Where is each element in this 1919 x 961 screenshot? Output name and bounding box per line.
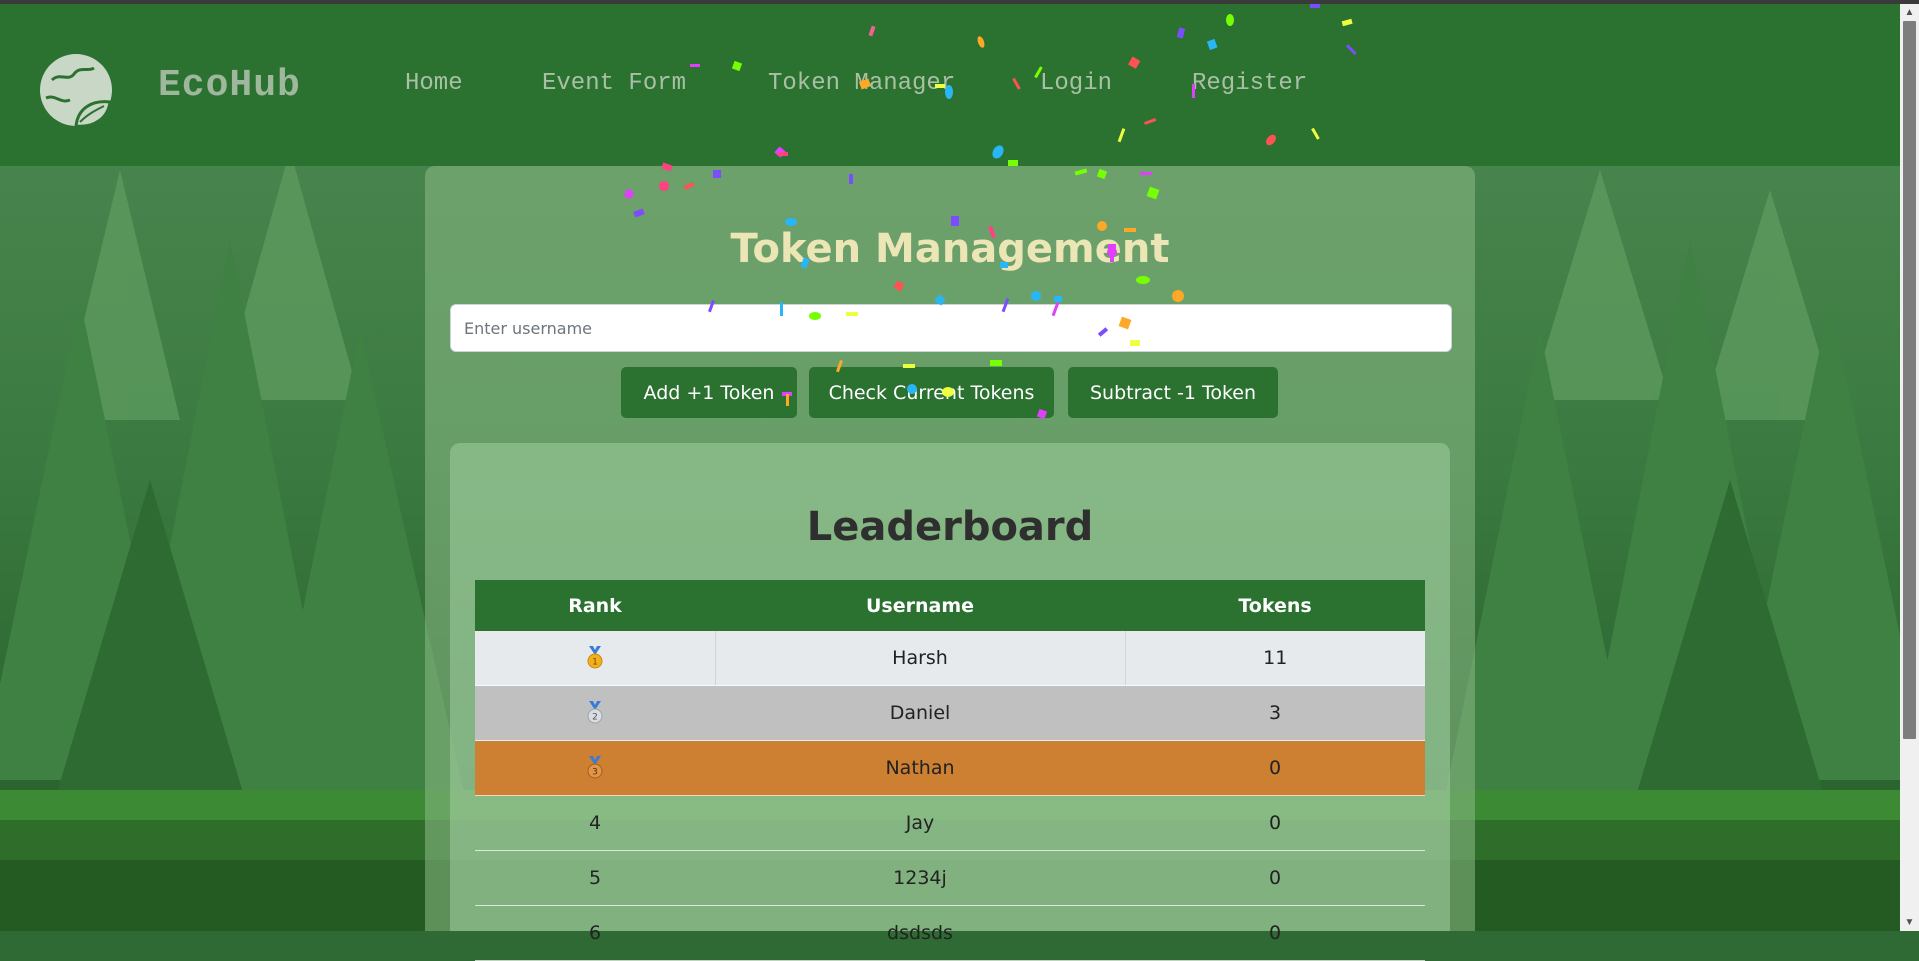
rank-cell: 1 (475, 631, 715, 686)
svg-text:3: 3 (592, 768, 598, 778)
table-row: 2 Daniel 3 (475, 685, 1425, 741)
leaderboard-title: Leaderboard (806, 504, 1094, 550)
column-header-username: Username (715, 580, 1125, 631)
nav-link-home[interactable]: Home (405, 70, 463, 97)
token-management-panel: Token Management Add +1 Token Check Curr… (425, 166, 1475, 961)
tokens-cell: 0 (1125, 905, 1425, 961)
nav-link-event-form[interactable]: Event Form (542, 70, 686, 97)
username-cell: Nathan (715, 740, 1125, 796)
table-header-row: Rank Username Tokens (475, 580, 1425, 631)
table-row: 5 1234j 0 (475, 850, 1425, 906)
page-title: Token Management (730, 226, 1170, 272)
nav-link-login[interactable]: Login (1040, 70, 1112, 97)
nav-link-register[interactable]: Register (1192, 70, 1307, 97)
table-row: 6 dsdsds 0 (475, 905, 1425, 961)
leaf-globe-logo-icon[interactable] (38, 50, 114, 134)
bronze-medal-icon: 3 (587, 756, 603, 779)
username-cell: dsdsds (715, 905, 1125, 961)
subtract-token-button[interactable]: Subtract -1 Token (1068, 367, 1278, 418)
column-header-tokens: Tokens (1125, 580, 1425, 631)
brand-name[interactable]: EcoHub (158, 64, 301, 107)
scrollbar-thumb[interactable] (1903, 21, 1916, 739)
rank-cell: 2 (475, 685, 715, 741)
tokens-cell: 0 (1125, 850, 1425, 906)
gold-medal-icon: 1 (587, 646, 603, 669)
rank-cell: 4 (475, 795, 715, 851)
username-cell: Jay (715, 795, 1125, 851)
tokens-cell: 0 (1125, 795, 1425, 851)
tokens-cell: 0 (1125, 740, 1425, 796)
rank-cell: 6 (475, 905, 715, 961)
username-input[interactable] (450, 304, 1452, 352)
table-row: 1 Harsh 11 (475, 631, 1425, 686)
check-tokens-button[interactable]: Check Current Tokens (809, 367, 1054, 418)
column-header-rank: Rank (475, 580, 715, 631)
scroll-down-arrow-icon[interactable]: ▼ (1900, 914, 1919, 931)
window-top-border (0, 0, 1919, 4)
nav-link-token-manager[interactable]: Token Manager (768, 70, 955, 97)
leaderboard-table: Rank Username Tokens 1 Harsh 11 2 Daniel… (475, 580, 1425, 961)
add-token-button[interactable]: Add +1 Token (621, 367, 797, 418)
rank-cell: 3 (475, 740, 715, 796)
rank-cell: 5 (475, 850, 715, 906)
username-cell: 1234j (715, 850, 1125, 906)
svg-text:2: 2 (592, 713, 598, 723)
scroll-up-arrow-icon[interactable]: ▲ (1900, 4, 1919, 21)
username-cell: Harsh (714, 631, 1125, 686)
username-cell: Daniel (715, 685, 1125, 741)
table-row: 4 Jay 0 (475, 795, 1425, 851)
tokens-cell: 11 (1124, 631, 1425, 686)
navbar: EcoHub Home Event Form Token Manager Log… (0, 4, 1900, 166)
tokens-cell: 3 (1125, 685, 1425, 741)
vertical-scrollbar[interactable]: ▲ ▼ (1900, 4, 1919, 931)
silver-medal-icon: 2 (587, 701, 603, 724)
svg-text:1: 1 (592, 658, 598, 668)
table-row: 3 Nathan 0 (475, 740, 1425, 796)
leaderboard-card: Leaderboard Rank Username Tokens 1 Harsh… (450, 443, 1450, 961)
